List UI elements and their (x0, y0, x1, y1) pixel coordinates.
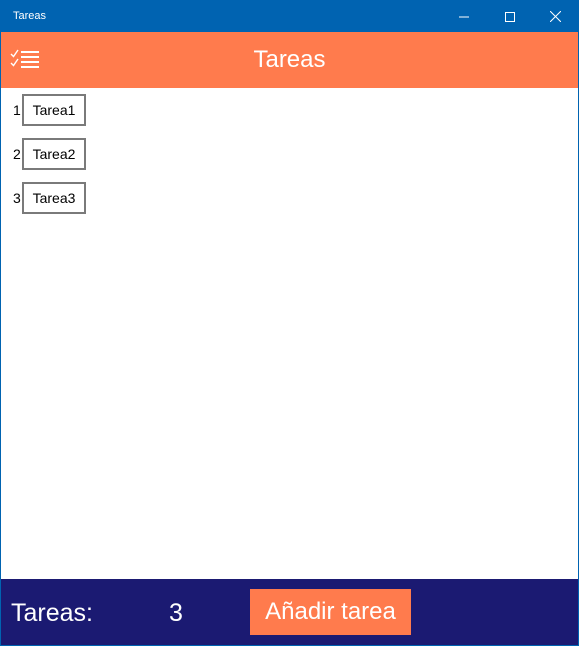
list-item: 2 Tarea2 (1, 138, 578, 182)
maximize-button[interactable] (487, 1, 533, 32)
task-count-value: 3 (169, 599, 183, 627)
task-button[interactable]: Tarea3 (22, 182, 86, 214)
minimize-icon (459, 16, 469, 17)
minimize-button[interactable] (441, 1, 487, 32)
task-number: 3 (13, 190, 21, 206)
task-count-label: Tareas: (11, 599, 93, 627)
task-button[interactable]: Tarea1 (22, 94, 86, 126)
close-icon (549, 11, 561, 22)
close-button[interactable] (532, 1, 578, 32)
footer-bar: Tareas: 3 Añadir tarea (1, 579, 578, 645)
page-title: Tareas (253, 46, 326, 73)
task-button[interactable]: Tarea2 (22, 138, 86, 170)
task-number: 2 (13, 146, 21, 162)
window-title: Tareas (13, 10, 47, 22)
list-item: 3 Tarea3 (1, 182, 578, 226)
task-list: 1 Tarea1 2 Tarea2 3 Tarea3 (1, 94, 578, 226)
add-task-button[interactable]: Añadir tarea (250, 589, 411, 635)
app-header: Tareas (1, 32, 578, 88)
maximize-icon (505, 11, 515, 22)
title-bar[interactable]: Tareas (1, 1, 578, 32)
app-window: Tareas Tareas 1 Tarea1 2 Tarea2 3 Tarea3… (0, 0, 579, 646)
task-number: 1 (13, 102, 21, 118)
list-item: 1 Tarea1 (1, 94, 578, 138)
